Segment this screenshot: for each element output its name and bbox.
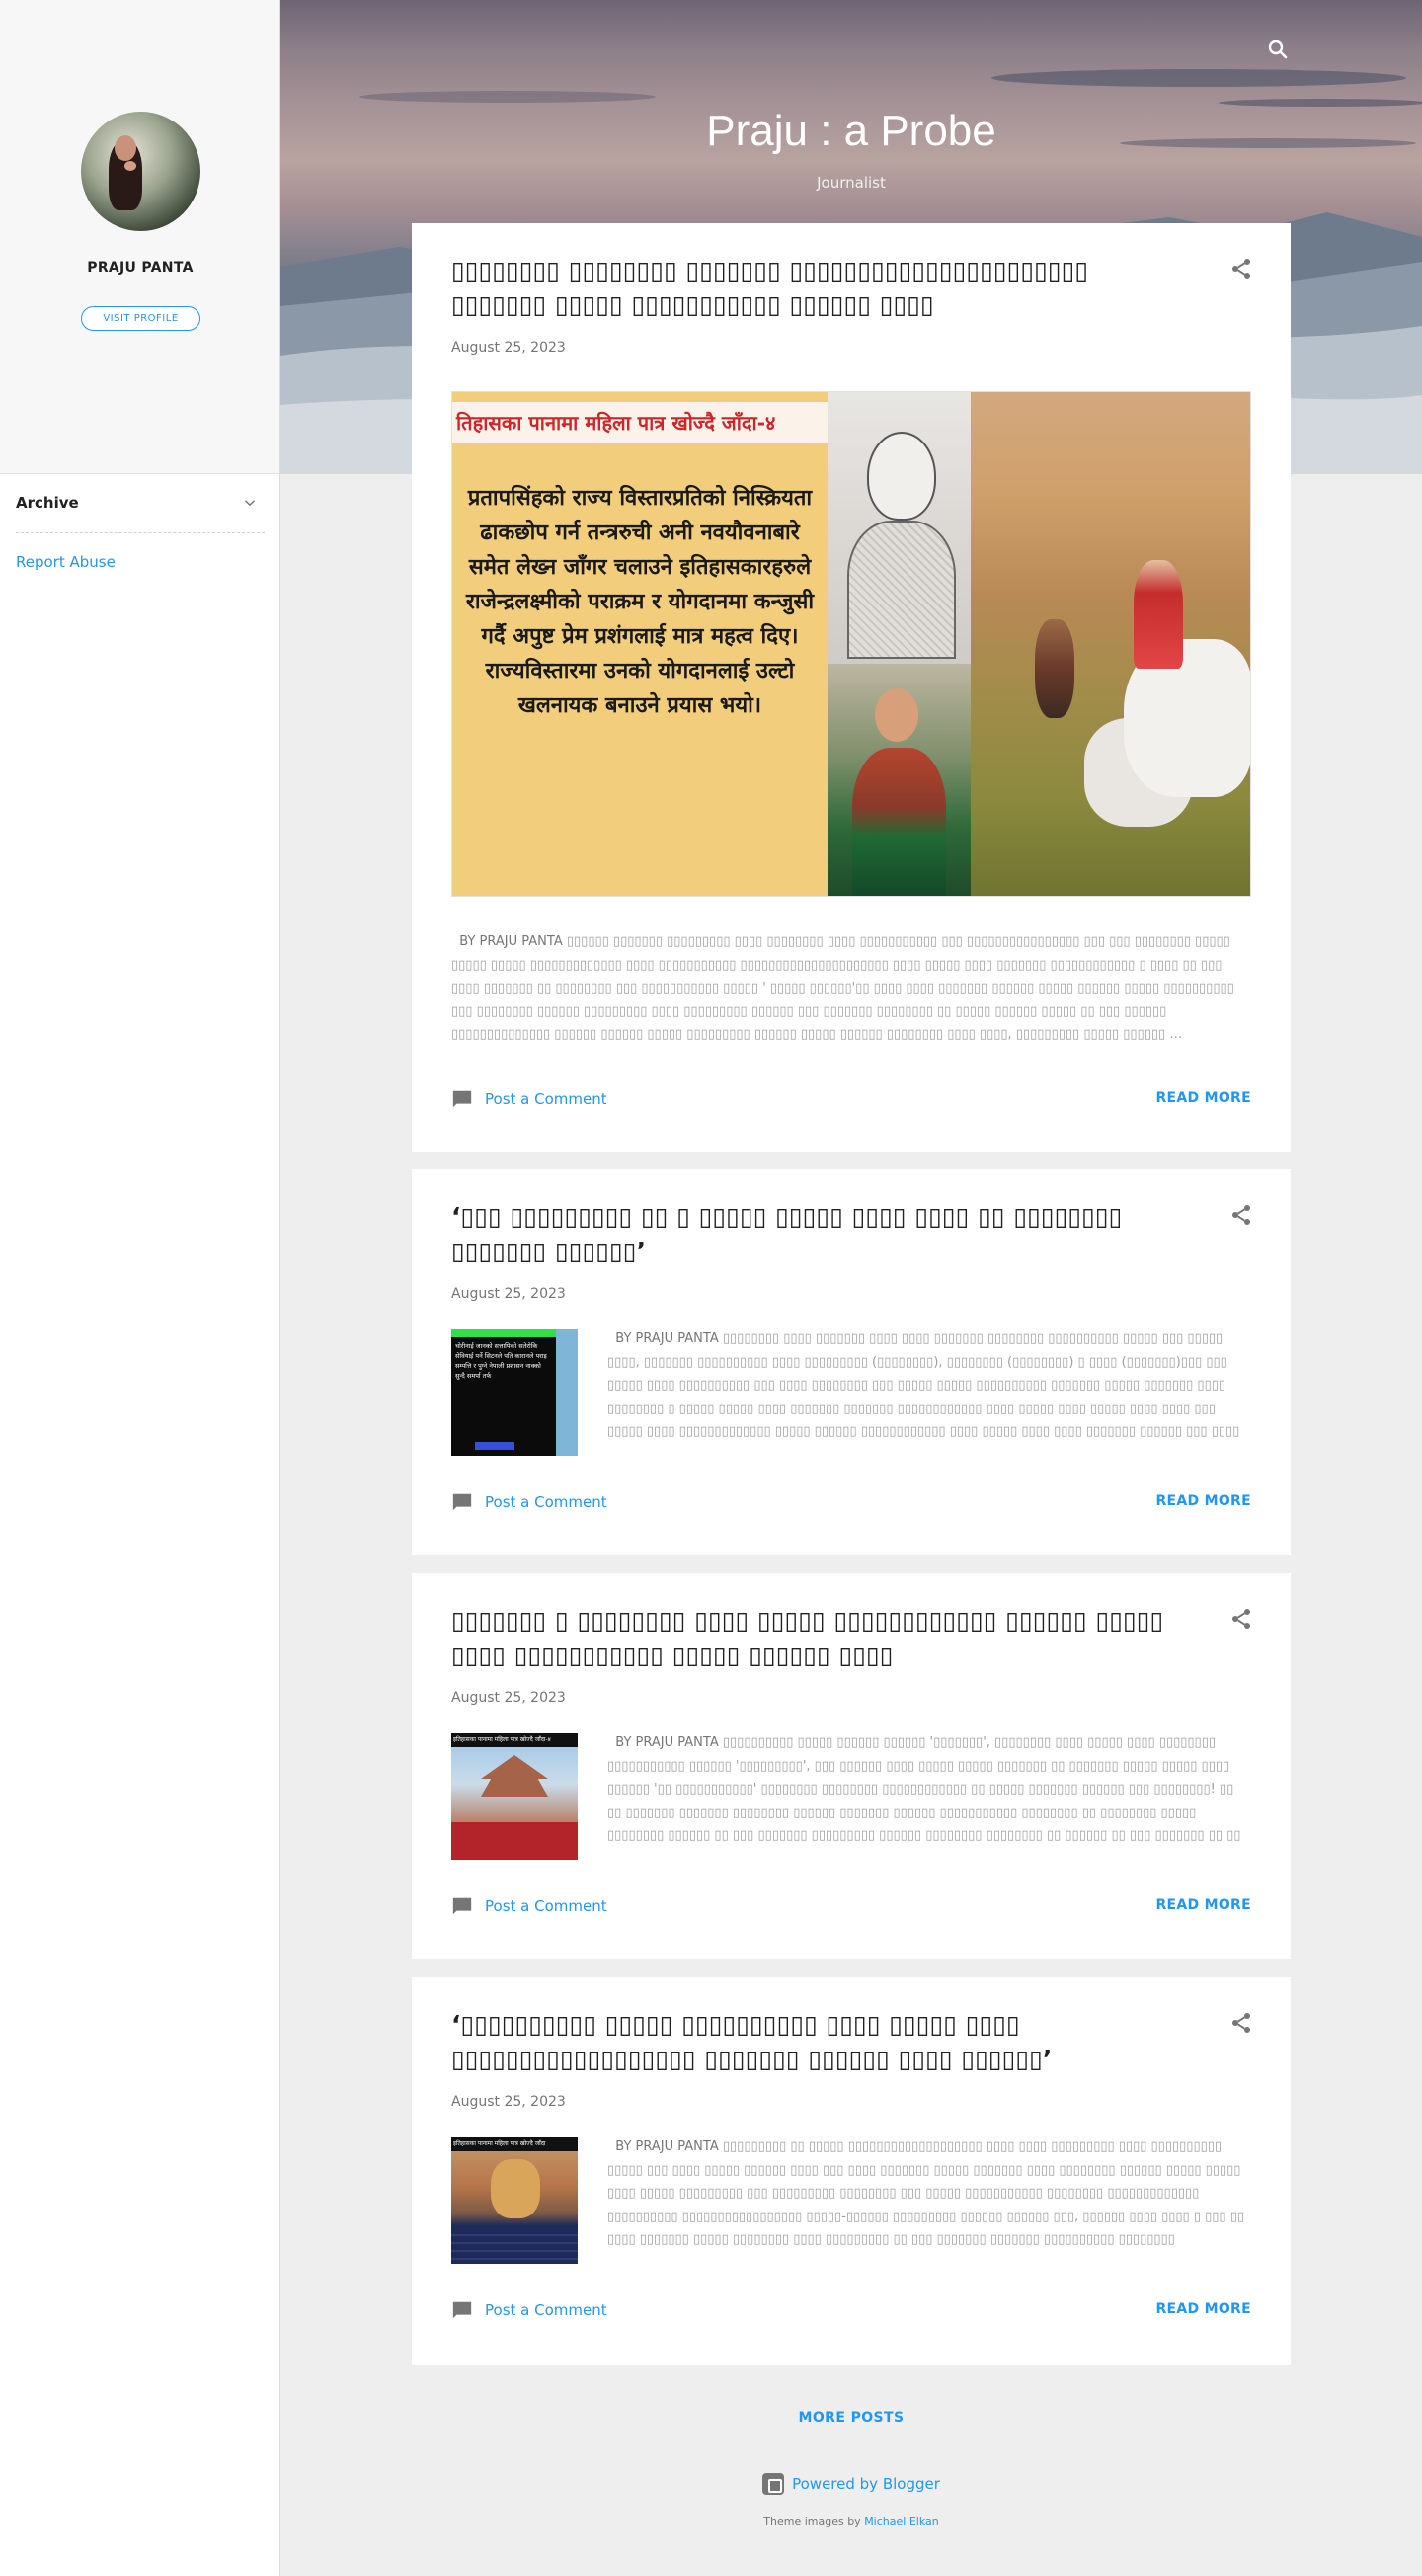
comment-icon <box>452 1090 472 1108</box>
post-title[interactable]: ‘▯▯▯ ▯▯▯▯▯▯▯▯▯ ▯▯ ▯ ▯▯▯▯▯ ▯▯▯▯▯ ▯▯▯▯ ▯▯▯… <box>451 1199 1182 1268</box>
image-banner-text: तिहासका पानामा महिला पात्र खोज्दै जाँदा-… <box>452 402 828 443</box>
blog-description: Journalist <box>817 174 886 192</box>
comment-icon <box>452 1897 472 1915</box>
thumb-text: चोरीनाई जानको सत्तापिको सतेरोकि सेवियाई … <box>455 1342 547 1380</box>
report-abuse-link[interactable]: Report Abuse <box>16 553 116 571</box>
read-more-button[interactable]: READ MORE <box>1155 1897 1251 1913</box>
post-snippet: BY PRAJU PANTA ▯▯▯▯▯▯▯▯▯ ▯▯ ▯▯▯▯▯ ▯▯▯▯▯▯… <box>607 2135 1251 2252</box>
post-comment-label[interactable]: Post a Comment <box>485 1090 607 1108</box>
header-cloud <box>991 69 1406 87</box>
sketch-face <box>867 432 936 521</box>
portrait-face <box>875 688 918 742</box>
post-comment-link[interactable]: Post a Comment <box>451 1491 607 1513</box>
post-snippet-text: ▯▯▯▯▯▯▯▯▯▯ ▯▯▯▯▯ ▯▯▯▯▯▯ ▯▯▯▯▯▯ '▯▯▯▯▯▯▯'… <box>607 1735 1241 1843</box>
post-title[interactable]: ‘▯▯▯▯▯▯▯▯▯▯ ▯▯▯▯▯ ▯▯▯▯▯▯▯▯▯▯ ▯▯▯▯ ▯▯▯▯▯ … <box>451 2007 1182 2076</box>
post-thumbnail[interactable]: इतिहासका पानामा महिला पात्र खोज्दै जाँदा… <box>451 1733 578 1860</box>
post-comment-label[interactable]: Post a Comment <box>485 1897 607 1915</box>
post-snippet: BY PRAJU PANTA ▯▯▯▯▯▯▯▯▯▯ ▯▯▯▯▯ ▯▯▯▯▯▯ ▯… <box>607 1731 1251 1848</box>
read-more-button[interactable]: READ MORE <box>1155 1493 1251 1509</box>
post-comment-label[interactable]: Post a Comment <box>485 2301 607 2319</box>
avatar[interactable] <box>81 112 200 231</box>
sidebar: PRAJU PANTA VISIT PROFILE Archive Report… <box>0 0 280 2576</box>
post-title[interactable]: ▯▯▯▯▯▯▯▯ ▯▯▯▯▯▯▯▯ ▯▯▯▯▯▯▯ ▯▯▯▯▯▯▯▯▯▯▯▯▯▯… <box>451 253 1182 322</box>
thumb-figure <box>491 2159 540 2218</box>
header-cloud <box>359 91 656 103</box>
post-card: ‘▯▯▯ ▯▯▯▯▯▯▯▯▯ ▯▯ ▯ ▯▯▯▯▯ ▯▯▯▯▯ ▯▯▯▯ ▯▯▯… <box>412 1169 1291 1555</box>
share-icon[interactable] <box>1229 1203 1253 1227</box>
theme-attribution: Theme images by Michael Elkan <box>412 2515 1291 2528</box>
painting-rider <box>1134 560 1183 669</box>
thumb-badge <box>475 1442 514 1450</box>
portrait-figure <box>852 748 946 896</box>
powered-by-label[interactable]: Powered by Blogger <box>792 2475 940 2493</box>
profile-name[interactable]: PRAJU PANTA <box>0 260 280 276</box>
post-card: ▯▯▯▯▯▯▯▯ ▯▯▯▯▯▯▯▯ ▯▯▯▯▯▯▯ ▯▯▯▯▯▯▯▯▯▯▯▯▯▯… <box>412 223 1291 1152</box>
thumb-text-band <box>451 2228 578 2264</box>
archive-widget[interactable]: Archive <box>16 486 265 533</box>
thumb-temple <box>481 1755 548 1797</box>
post-author: BY PRAJU PANTA <box>615 2139 719 2154</box>
post-date[interactable]: August 25, 2023 <box>451 1286 566 1302</box>
blogger-icon <box>762 2473 785 2495</box>
post-author: BY PRAJU PANTA <box>615 1735 719 1750</box>
theme-attribution-prefix: Theme images by <box>763 2515 861 2528</box>
thumb-text: इतिहासका पानामा महिला पात्र खोज्दै जाँदा… <box>451 1733 578 1747</box>
post-author: BY PRAJU PANTA <box>459 934 563 949</box>
post-card: ▯▯▯▯▯▯▯ ▯ ▯▯▯▯▯▯▯▯ ▯▯▯▯ ▯▯▯▯▯ ▯▯▯▯▯▯▯▯▯▯… <box>412 1573 1291 1959</box>
blog-title[interactable]: Praju : a Probe <box>280 107 1422 156</box>
post-comment-link[interactable]: Post a Comment <box>451 1088 607 1110</box>
post-thumbnail[interactable]: इतिहासका पानामा महिला पात्र खोज्दै जाँदा <box>451 2137 578 2264</box>
share-icon[interactable] <box>1229 257 1253 281</box>
thumb-red-band <box>451 1822 578 1860</box>
post-date[interactable]: August 25, 2023 <box>451 1690 566 1706</box>
post-snippet-text: ▯▯▯▯▯▯▯▯ ▯▯▯▯ ▯▯▯▯▯▯▯ ▯▯▯▯ ▯▯▯▯ ▯▯▯▯▯▯▯ … <box>607 1331 1240 1439</box>
thumb-photo-strip <box>556 1329 578 1456</box>
archive-title[interactable]: Archive <box>16 494 79 512</box>
more-posts-button[interactable]: MORE POSTS <box>412 2410 1291 2426</box>
post-snippet-text: ▯▯▯▯▯▯ ▯▯▯▯▯▯▯ ▯▯▯▯▯▯▯▯▯ ▯▯▯▯ ▯▯▯▯▯▯▯▯ ▯… <box>451 934 1234 1042</box>
read-more-button[interactable]: READ MORE <box>1155 2301 1251 2317</box>
post-card: ‘▯▯▯▯▯▯▯▯▯▯ ▯▯▯▯▯ ▯▯▯▯▯▯▯▯▯▯ ▯▯▯▯ ▯▯▯▯▯ … <box>412 1977 1291 2365</box>
post-comment-link[interactable]: Post a Comment <box>451 1895 607 1917</box>
painting-rider <box>1035 619 1074 718</box>
header-cloud <box>1219 99 1422 107</box>
post-date[interactable]: August 25, 2023 <box>451 340 566 356</box>
post-snippet-text: ▯▯▯▯▯▯▯▯▯ ▯▯ ▯▯▯▯▯ ▯▯▯▯▯▯▯▯▯▯▯▯▯▯▯▯▯▯▯ ▯… <box>607 2139 1245 2247</box>
profile-card: PRAJU PANTA VISIT PROFILE <box>0 0 279 474</box>
search-icon[interactable] <box>1266 38 1290 61</box>
post-snippet: BY PRAJU PANTA ▯▯▯▯▯▯▯▯ ▯▯▯▯ ▯▯▯▯▯▯▯ ▯▯▯… <box>607 1328 1251 1444</box>
share-icon[interactable] <box>1229 1607 1253 1631</box>
avatar-face <box>115 135 136 161</box>
comment-icon <box>452 2301 472 2319</box>
share-icon[interactable] <box>1229 2011 1253 2035</box>
powered-by-blogger-link[interactable]: Powered by Blogger <box>412 2473 1291 2495</box>
theme-attribution-author-link[interactable]: Michael Elkan <box>864 2515 939 2528</box>
post-comment-link[interactable]: Post a Comment <box>451 2299 607 2321</box>
avatar-hand <box>124 161 136 171</box>
post-featured-image[interactable]: तिहासका पानामा महिला पात्र खोज्दै जाँदा-… <box>451 391 1251 897</box>
post-snippet: BY PRAJU PANTA ▯▯▯▯▯▯ ▯▯▯▯▯▯▯ ▯▯▯▯▯▯▯▯▯ … <box>451 930 1251 1047</box>
image-body-text: प्रतापसिंहको राज्य विस्तारप्रतिको निस्क्… <box>465 486 815 718</box>
sketch-figure <box>847 521 956 659</box>
visit-profile-button[interactable]: VISIT PROFILE <box>81 306 200 331</box>
read-more-button[interactable]: READ MORE <box>1155 1090 1251 1106</box>
post-thumbnail[interactable]: चोरीनाई जानको सत्तापिको सतेरोकि सेवियाई … <box>451 1329 578 1456</box>
post-title[interactable]: ▯▯▯▯▯▯▯ ▯ ▯▯▯▯▯▯▯▯ ▯▯▯▯ ▯▯▯▯▯ ▯▯▯▯▯▯▯▯▯▯… <box>451 1603 1182 1672</box>
post-comment-label[interactable]: Post a Comment <box>485 1493 607 1511</box>
comment-icon <box>452 1493 472 1511</box>
post-date[interactable]: August 25, 2023 <box>451 2094 566 2110</box>
thumb-text: इतिहासका पानामा महिला पात्र खोज्दै जाँदा <box>451 2137 578 2151</box>
chevron-down-icon[interactable] <box>241 494 259 512</box>
post-author: BY PRAJU PANTA <box>615 1331 719 1346</box>
image-text-panel: तिहासका पानामा महिला पात्र खोज्दै जाँदा-… <box>452 392 828 896</box>
